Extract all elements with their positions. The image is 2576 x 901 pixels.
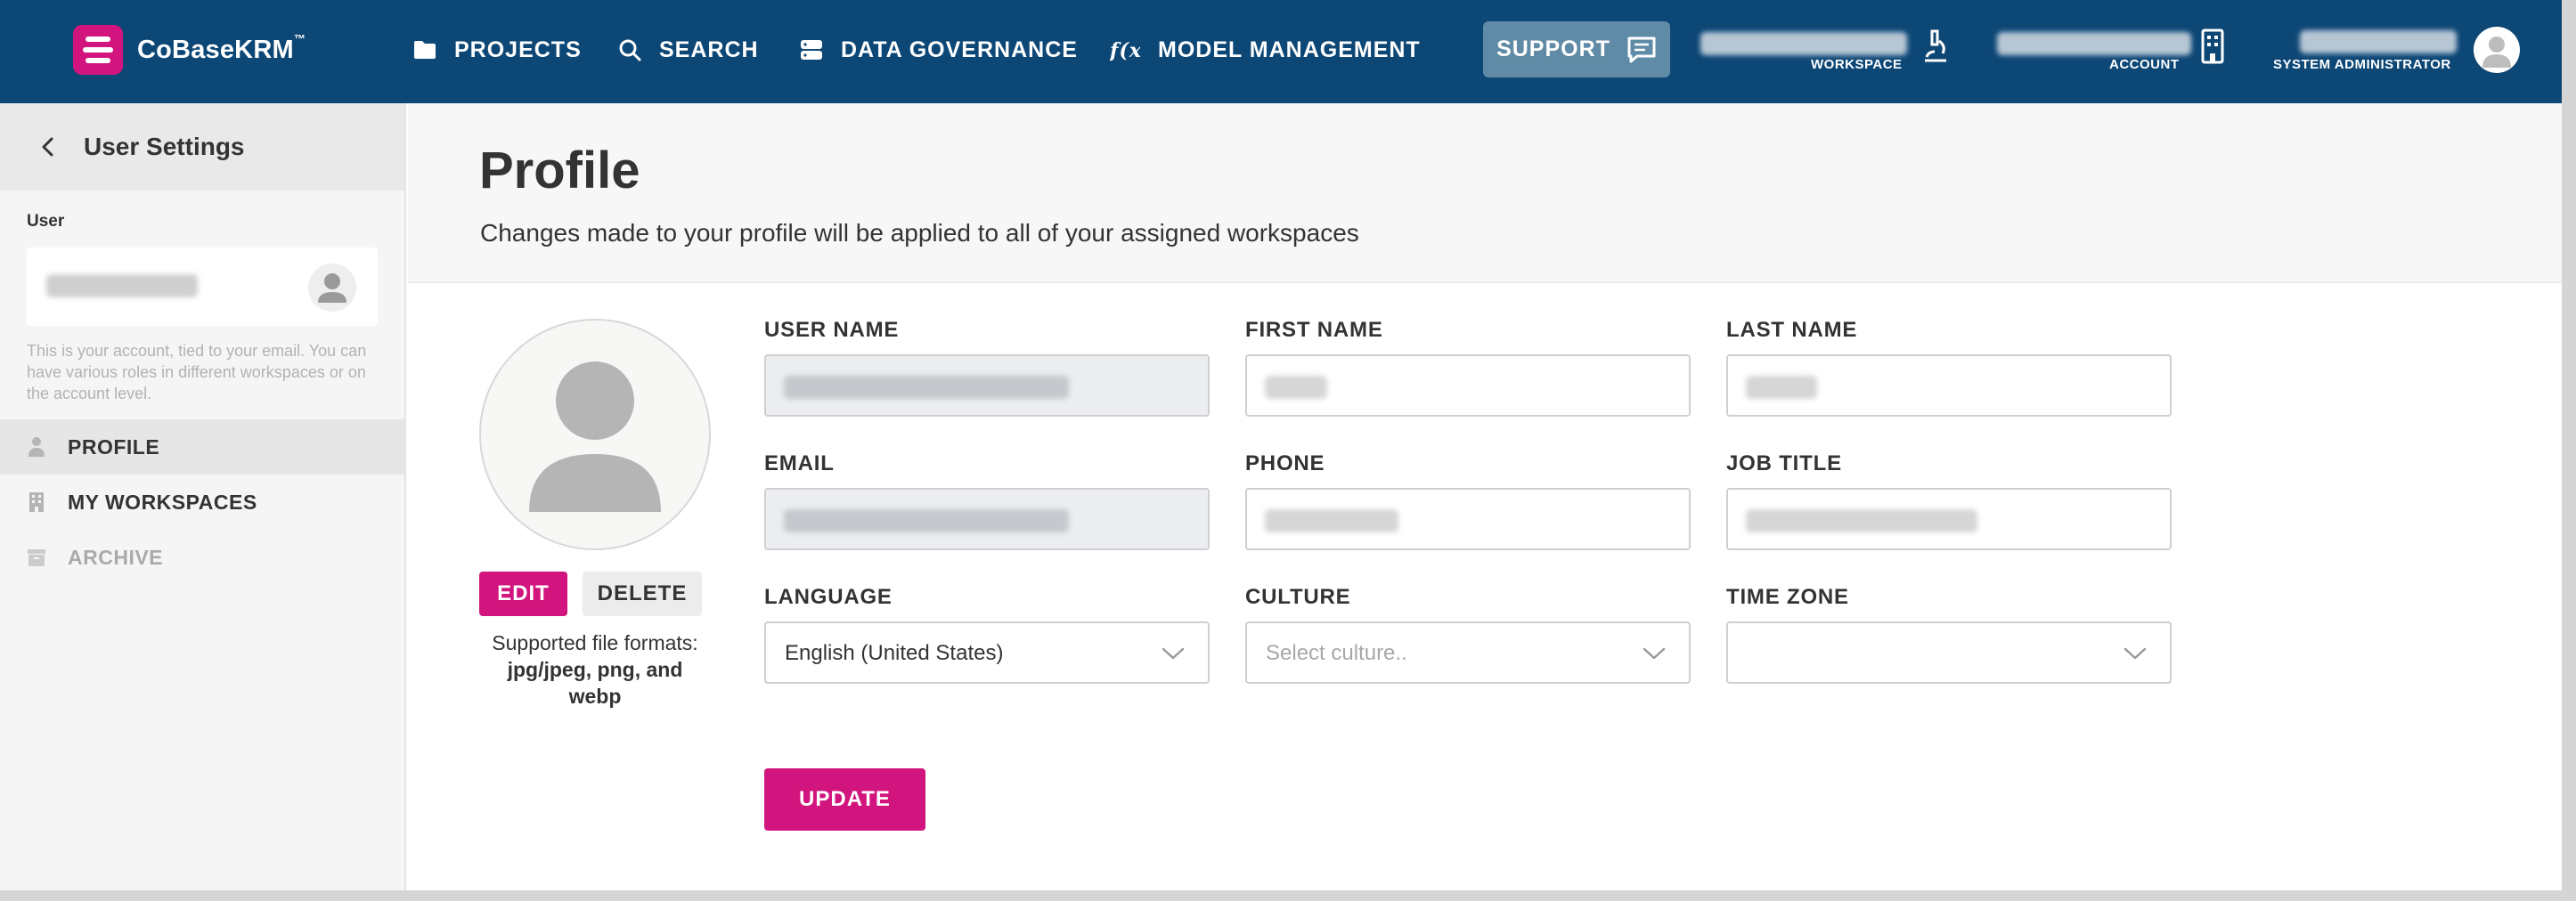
sidebar-item-label: ARCHIVE: [68, 545, 164, 569]
account-note: This is your account, tied to your email…: [27, 342, 367, 402]
username-value-redacted: [784, 376, 1069, 399]
sidebar-title: User Settings: [84, 133, 245, 160]
account-name-redacted: [1997, 32, 2191, 55]
account-selector[interactable]: ACCOUNT: [1993, 20, 2224, 77]
email-field: [764, 488, 1210, 550]
language-value: English (United States): [785, 641, 1004, 665]
page-title: Profile: [479, 142, 640, 199]
nav-model-management[interactable]: f(x) MODEL MANAGEMENT: [1110, 30, 1421, 69]
window-edge: [2562, 0, 2576, 901]
nav-projects[interactable]: PROJECTS: [413, 30, 582, 69]
timezone-select[interactable]: [1726, 621, 2172, 684]
user-card: [27, 248, 378, 326]
brand[interactable]: CoBaseKRM™: [73, 25, 306, 75]
page-subtitle: Changes made to your profile will be app…: [480, 219, 1359, 247]
folder-icon: [414, 41, 436, 59]
user-label: User: [27, 212, 65, 231]
email-label: EMAIL: [764, 451, 835, 475]
jobtitle-field[interactable]: [1726, 488, 2172, 550]
function-icon: f(x): [1110, 39, 1140, 62]
nav-search[interactable]: SEARCH: [618, 30, 759, 69]
language-select[interactable]: English (United States): [764, 621, 1210, 684]
user-email-redacted: [46, 274, 198, 297]
svg-text:f(x): f(x): [1110, 39, 1140, 62]
page-header: Profile Changes made to your profile wil…: [408, 103, 2562, 283]
delete-avatar-button[interactable]: DELETE: [583, 572, 702, 616]
nav-data-governance[interactable]: DATA GOVERNANCE: [800, 30, 1078, 69]
building-icon: [2201, 28, 2224, 64]
jobtitle-value-redacted: [1746, 509, 1977, 532]
edit-avatar-button[interactable]: EDIT: [479, 572, 567, 616]
person-icon: [27, 435, 46, 459]
chat-icon: [1627, 37, 1656, 62]
language-label: LANGUAGE: [764, 585, 893, 609]
user-avatar-icon[interactable]: [2474, 27, 2520, 73]
firstname-value-redacted: [1265, 376, 1327, 399]
role-selector[interactable]: SYSTEM ADMINISTRATOR: [2273, 20, 2460, 77]
phone-label: PHONE: [1245, 451, 1325, 475]
window-edge: [0, 890, 2576, 901]
phone-field[interactable]: [1245, 488, 1691, 550]
building-icon: [27, 491, 46, 514]
culture-placeholder: Select culture..: [1266, 641, 1407, 665]
brand-logo-icon: [73, 25, 123, 75]
sidebar-item-label: MY WORKSPACES: [68, 490, 257, 514]
microscope-icon: [1925, 29, 1946, 62]
top-navigation-bar: CoBaseKRM™ PROJECTS SEARCH DATA GOVERNAN…: [0, 0, 2562, 103]
back-chevron-icon[interactable]: [37, 136, 59, 158]
update-button[interactable]: UPDATE: [764, 768, 925, 831]
workspace-name-redacted: [1700, 32, 1907, 55]
firstname-field[interactable]: [1245, 354, 1691, 417]
database-icon: [801, 40, 822, 60]
supported-formats: Supported file formats: jpg/jpeg, png, a…: [492, 631, 698, 708]
timezone-label: TIME ZONE: [1726, 585, 1849, 609]
support-button[interactable]: SUPPORT: [1483, 21, 1670, 77]
chevron-down-icon: [1643, 647, 1666, 660]
sidebar-item-label: PROFILE: [68, 434, 160, 459]
workspace-caption: WORKSPACE: [1811, 57, 1903, 72]
chevron-down-icon: [1162, 647, 1185, 660]
role-caption: SYSTEM ADMINISTRATOR: [2273, 57, 2451, 72]
culture-label: CULTURE: [1245, 585, 1351, 609]
user-placeholder-icon: [308, 264, 356, 312]
brand-name: CoBaseKRM™: [137, 31, 306, 64]
chevron-down-icon: [2124, 647, 2147, 660]
search-icon: [619, 39, 641, 61]
account-caption: ACCOUNT: [2109, 57, 2180, 72]
app-root: CoBaseKRM™ PROJECTS SEARCH DATA GOVERNAN…: [0, 0, 2576, 901]
sidebar-item-profile[interactable]: PROFILE: [0, 419, 404, 475]
lastname-field[interactable]: [1726, 354, 2172, 417]
jobtitle-label: JOB TITLE: [1726, 451, 1842, 475]
phone-value-redacted: [1265, 509, 1398, 532]
sidebar-header: User Settings: [0, 103, 404, 191]
lastname-label: LAST NAME: [1726, 318, 1858, 342]
lastname-value-redacted: [1746, 376, 1817, 399]
profile-avatar-icon: [479, 319, 711, 550]
username-field: [764, 354, 1210, 417]
sidebar: User Settings User This is your account,…: [0, 103, 406, 890]
firstname-label: FIRST NAME: [1245, 318, 1383, 342]
archive-icon: [27, 546, 46, 569]
sidebar-item-archive[interactable]: ARCHIVE: [0, 530, 404, 585]
user-name-redacted: [2300, 30, 2457, 53]
email-value-redacted: [784, 509, 1069, 532]
sidebar-item-my-workspaces[interactable]: MY WORKSPACES: [0, 475, 404, 530]
username-label: USER NAME: [764, 318, 900, 342]
culture-select[interactable]: Select culture..: [1245, 621, 1691, 684]
workspace-selector[interactable]: WORKSPACE: [1697, 20, 1946, 77]
